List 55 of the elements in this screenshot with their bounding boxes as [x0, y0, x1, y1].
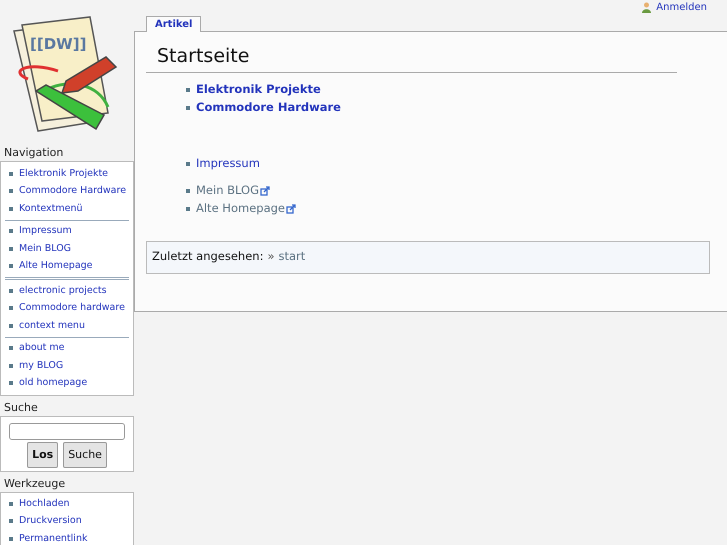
page-link[interactable]: Impressum: [196, 154, 260, 172]
bullet-icon: [9, 189, 13, 194]
bullet-icon: [9, 324, 13, 328]
external-link-icon: [286, 204, 296, 214]
sidebar-link[interactable]: context menu: [19, 318, 85, 333]
sidebar-link[interactable]: Alte Homepage: [19, 259, 93, 274]
bullet-icon: [9, 536, 13, 541]
bullet-icon: [9, 288, 13, 293]
login-link[interactable]: Anmelden: [641, 0, 707, 15]
sidebar-link[interactable]: Hochladen: [19, 496, 70, 511]
bullet-icon: [9, 364, 13, 368]
breadcrumb-separator: »: [267, 248, 274, 266]
sidebar-link[interactable]: Impressum: [19, 224, 72, 238]
sidebar-link[interactable]: Elektronik Projekte: [19, 166, 108, 181]
bullet-icon: [9, 264, 13, 268]
external-link-icon: [260, 186, 270, 196]
go-button[interactable]: Los: [27, 442, 58, 468]
page-link[interactable]: Elektronik Projekte: [196, 80, 321, 98]
sidebar-link[interactable]: Druckversion: [19, 514, 82, 528]
bullet-icon: [9, 172, 13, 176]
sidebar-link[interactable]: Commodore Hardware: [19, 184, 126, 198]
sidebar-link[interactable]: electronic projects: [19, 284, 107, 298]
sidebar-link[interactable]: Kontextmenü: [19, 202, 82, 216]
bullet-icon: [9, 502, 13, 506]
sidebar-link[interactable]: Commodore hardware: [19, 301, 125, 316]
page-link[interactable]: Commodore Hardware: [196, 98, 341, 116]
sidebar-heading: Suche: [3, 400, 39, 416]
page-title: Startseite: [146, 42, 677, 72]
sidebar-link[interactable]: my BLOG: [19, 358, 64, 373]
article-tab[interactable]: Artikel: [146, 16, 202, 32]
bullet-icon: [186, 106, 190, 110]
bullet-icon: [9, 381, 13, 386]
bullet-icon: [9, 346, 13, 350]
sidebar-link[interactable]: about me: [19, 341, 65, 356]
bullet-icon: [186, 188, 190, 192]
search-field[interactable]: [9, 423, 125, 440]
sidebar-heading: Navigation: [3, 145, 64, 161]
search-button[interactable]: Suche: [63, 442, 107, 468]
bullet-icon: [9, 206, 13, 211]
sidebar-link[interactable]: Permanentlink: [19, 532, 88, 545]
bullet-icon: [9, 229, 13, 234]
sidebar-link[interactable]: Mein BLOG: [19, 242, 72, 256]
bullet-icon: [9, 519, 13, 524]
external-link[interactable]: Alte Homepage: [196, 200, 296, 218]
external-link[interactable]: Mein BLOG: [196, 182, 270, 200]
bullet-icon: [186, 162, 190, 166]
sidebar-link[interactable]: old homepage: [19, 376, 88, 390]
breadcrumb-label: Zuletzt angesehen:: [152, 248, 264, 266]
bullet-icon: [9, 246, 13, 251]
sidebar-heading: Werkzeuge: [3, 476, 66, 492]
breadcrumb-link[interactable]: start: [278, 248, 306, 266]
bullet-icon: [9, 306, 13, 310]
bullet-icon: [186, 206, 190, 210]
bullet-icon: [186, 88, 190, 92]
user-icon: [641, 2, 652, 13]
